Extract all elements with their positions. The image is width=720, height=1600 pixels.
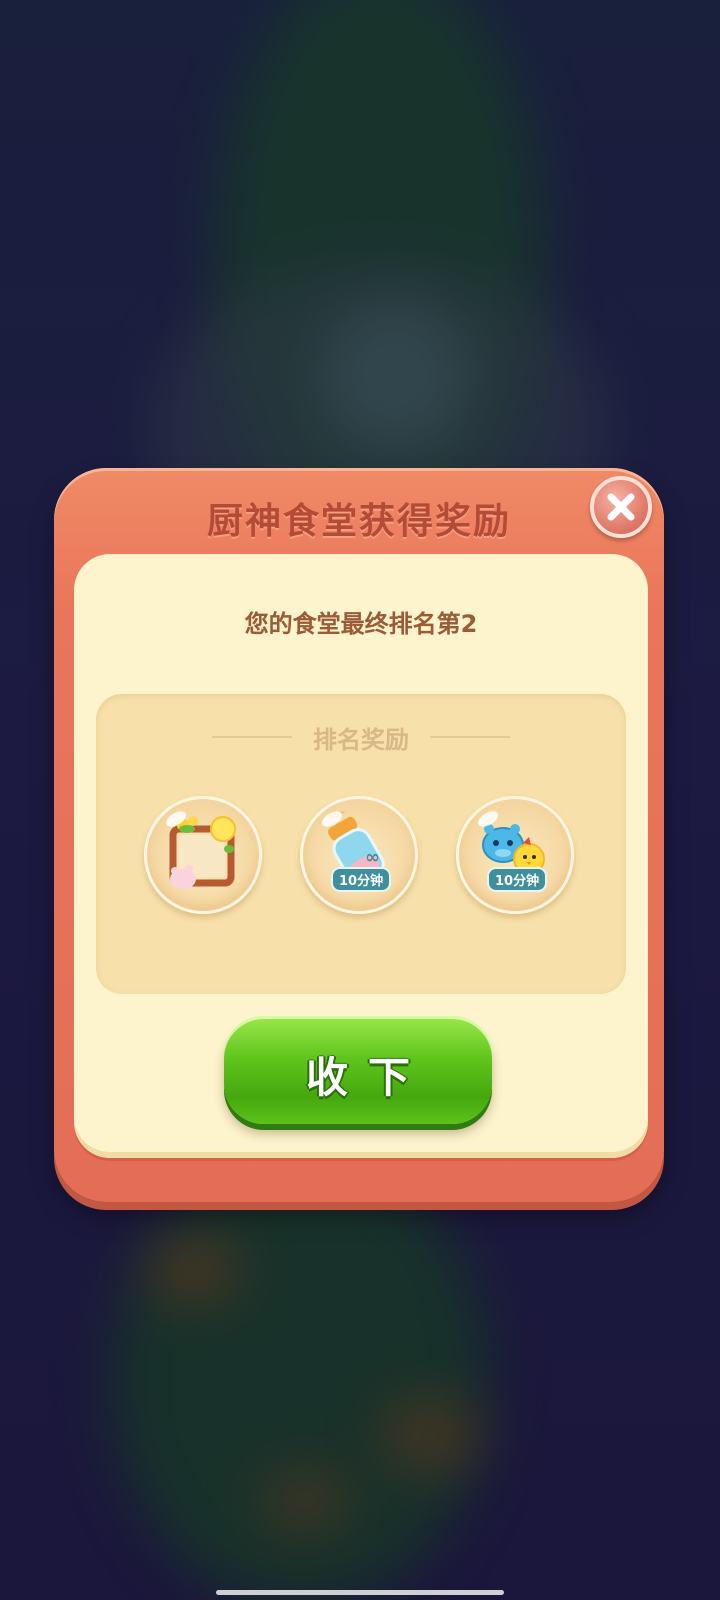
photo-frame-icon xyxy=(169,816,236,889)
close-icon xyxy=(607,493,635,521)
reward-item-booster[interactable]: 10分钟 xyxy=(456,796,574,914)
reward-dialog: 厨神食堂获得奖励 您的食堂最终排名第2 排名奖励 ∞ 10分钟 10分钟 收下 xyxy=(54,468,664,1202)
hippo-chick-booster-icon xyxy=(482,824,545,875)
collect-button[interactable]: 收下 xyxy=(224,1016,492,1124)
home-indicator[interactable] xyxy=(216,1590,504,1595)
reward-item-frame[interactable] xyxy=(144,796,262,914)
close-button[interactable] xyxy=(590,476,652,538)
reward-panel: 排名奖励 ∞ 10分钟 10分钟 xyxy=(96,694,626,994)
dialog-title: 厨神食堂获得奖励 xyxy=(206,501,511,542)
rank-text: 您的食堂最终排名第2 xyxy=(244,610,478,638)
duration-tag: 10分钟 xyxy=(331,867,392,892)
dialog-body: 您的食堂最终排名第2 排名奖励 ∞ 10分钟 10分钟 收下 xyxy=(74,554,648,1158)
collect-button-label: 收下 xyxy=(305,1053,430,1102)
reward-item-bottle[interactable]: ∞ 10分钟 xyxy=(300,796,418,914)
duration-tag: 10分钟 xyxy=(487,867,548,892)
svg-text:∞: ∞ xyxy=(365,847,380,868)
section-title: 排名奖励 xyxy=(313,726,409,754)
divider-right xyxy=(430,736,510,738)
infinite-bottle-icon: ∞ xyxy=(326,811,385,885)
